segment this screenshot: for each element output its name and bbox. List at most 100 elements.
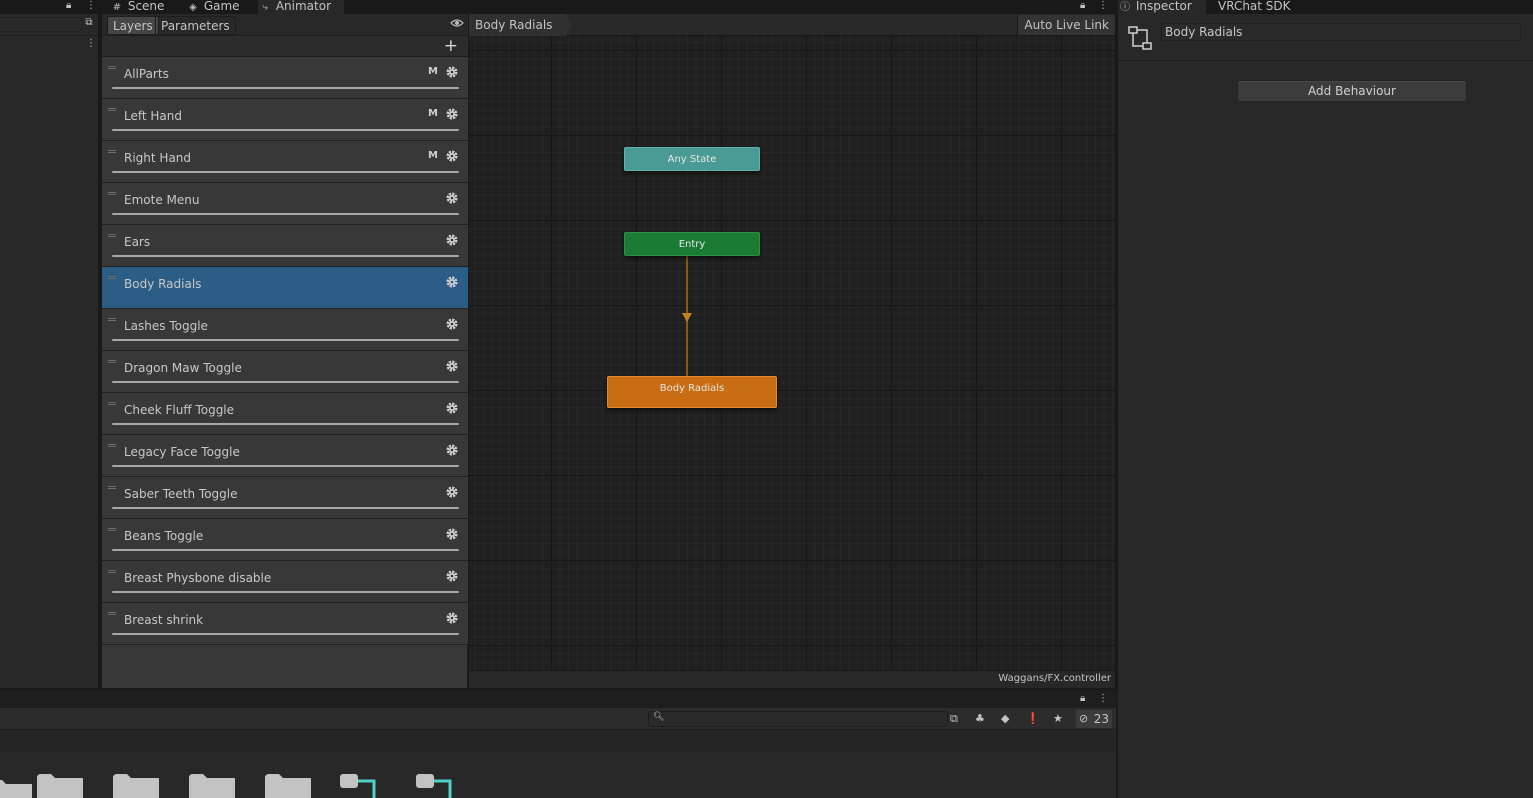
gear-icon[interactable] (445, 569, 459, 583)
layer-weight-bar (112, 339, 459, 341)
eye-slash-icon: ⊘ (1079, 712, 1089, 725)
layers-toolbar: + (102, 36, 468, 57)
lock-icon[interactable]: 🔒︎ (1080, 0, 1085, 12)
drag-handle-icon[interactable] (108, 360, 116, 363)
animator-graph: Body Radials Auto Live Link Any State En… (469, 14, 1115, 688)
gear-icon[interactable] (445, 317, 459, 331)
entry-node[interactable]: Entry (624, 232, 760, 256)
lock-icon[interactable]: 🔒︎ (66, 0, 71, 12)
layer-row[interactable]: Breast Physbone disable (102, 561, 468, 603)
gear-icon[interactable] (445, 191, 459, 205)
project-search-input[interactable]: 🔍︎ (648, 711, 948, 727)
hidden-count: 23 (1093, 712, 1109, 726)
layer-row[interactable]: Lashes Toggle (102, 309, 468, 351)
animator-controller-icon[interactable] (414, 774, 462, 798)
layer-row[interactable]: AllParts M (102, 57, 468, 99)
divider (0, 35, 98, 36)
tab-animator[interactable]: ⤷ Animator (258, 0, 344, 14)
kebab-menu-icon[interactable]: ⋮ (1098, 0, 1108, 12)
hidden-packages-toggle[interactable]: ⊘ 23 (1076, 710, 1112, 728)
tab-scene[interactable]: # Scene (110, 0, 180, 14)
gear-icon[interactable] (445, 149, 459, 163)
drag-handle-icon[interactable] (108, 486, 116, 489)
drag-handle-icon[interactable] (108, 150, 116, 153)
tab-inspector[interactable]: ⓘ Inspector (1118, 0, 1206, 14)
layer-row[interactable]: Right Hand M (102, 141, 468, 183)
drag-handle-icon[interactable] (108, 444, 116, 447)
object-name-field[interactable]: Body Radials (1161, 23, 1521, 41)
folder-icon[interactable] (111, 774, 159, 798)
controller-path-bar: Waggans/FX.controller (469, 670, 1115, 688)
gear-icon[interactable] (445, 611, 459, 625)
gear-icon[interactable] (445, 485, 459, 499)
favorite-star-icon[interactable]: ★ (1053, 711, 1063, 727)
layer-row[interactable]: Saber Teeth Toggle (102, 477, 468, 519)
layer-weight-bar (112, 549, 459, 551)
gear-icon[interactable] (445, 359, 459, 373)
tab-parameters[interactable]: Parameters (155, 16, 236, 35)
drag-handle-icon[interactable] (108, 192, 116, 195)
folder-icon[interactable] (187, 774, 235, 798)
gear-icon[interactable] (445, 275, 459, 289)
tab-animator-label: Animator (275, 0, 331, 13)
add-behaviour-button[interactable]: Add Behaviour (1237, 80, 1467, 102)
graph-canvas[interactable]: Any State Entry Body Radials (469, 36, 1115, 670)
drag-handle-icon[interactable] (108, 570, 116, 573)
kebab-menu-icon[interactable]: ⋮ (86, 38, 96, 49)
gear-icon[interactable] (445, 527, 459, 541)
layer-row[interactable]: Left Hand M (102, 99, 468, 141)
mask-indicator: M (428, 150, 438, 161)
drag-handle-icon[interactable] (108, 66, 116, 69)
layer-name: AllParts (124, 67, 169, 81)
gear-icon[interactable] (445, 233, 459, 247)
drag-handle-icon[interactable] (108, 402, 116, 405)
drag-handle-icon[interactable] (108, 528, 116, 531)
kebab-menu-icon[interactable]: ⋮ (1098, 693, 1108, 705)
layer-name: Ears (124, 235, 151, 249)
search-options-icon[interactable]: ⧉ (950, 711, 958, 727)
layer-row[interactable]: Emote Menu (102, 183, 468, 225)
layer-row[interactable]: Dragon Maw Toggle (102, 351, 468, 393)
hierarchy-search-input[interactable] (0, 17, 82, 32)
layer-name: Legacy Face Toggle (124, 445, 240, 459)
gear-icon[interactable] (445, 443, 459, 457)
filter-by-type-icon[interactable]: ♣ (975, 711, 985, 727)
layer-name: Dragon Maw Toggle (124, 361, 242, 375)
drag-handle-icon[interactable] (108, 276, 116, 279)
tab-game[interactable]: ◈ Game (186, 0, 256, 14)
folder-icon[interactable] (35, 774, 83, 798)
breadcrumb[interactable]: Body Radials (469, 14, 573, 36)
layer-row[interactable]: Legacy Face Toggle (102, 435, 468, 477)
layer-row[interactable]: Cheek Fluff Toggle (102, 393, 468, 435)
tab-layers[interactable]: Layers (107, 16, 159, 35)
folder-icon[interactable] (0, 774, 32, 798)
drag-handle-icon[interactable] (108, 234, 116, 237)
drag-handle-icon[interactable] (108, 612, 116, 615)
folder-icon[interactable] (263, 774, 311, 798)
eye-icon[interactable] (450, 18, 464, 28)
layer-list: AllParts M Left Hand M Right Hand M Emote Menu… (102, 57, 468, 645)
warning-icon[interactable]: ❗ (1026, 711, 1040, 727)
layer-name: Breast Physbone disable (124, 571, 272, 585)
any-state-node[interactable]: Any State (624, 147, 760, 171)
auto-live-link-toggle[interactable]: Auto Live Link (1017, 15, 1115, 35)
layer-row[interactable]: Breast shrink (102, 603, 468, 645)
search-options-icon[interactable]: ⧉ (82, 17, 96, 32)
add-layer-button[interactable]: + (444, 37, 458, 55)
animator-controller-icon[interactable] (338, 774, 386, 798)
default-state-node[interactable]: Body Radials (607, 376, 777, 408)
gear-icon[interactable] (445, 65, 459, 79)
kebab-menu-icon[interactable]: ⋮ (86, 0, 96, 12)
drag-handle-icon[interactable] (108, 108, 116, 111)
drag-handle-icon[interactable] (108, 318, 116, 321)
hash-icon: # (112, 2, 122, 13)
gear-icon[interactable] (445, 107, 459, 121)
layer-row[interactable]: Beans Toggle (102, 519, 468, 561)
lock-icon[interactable]: 🔒︎ (1080, 693, 1085, 705)
filter-by-label-icon[interactable]: ◆ (1001, 711, 1009, 727)
layer-row[interactable]: Body Radials (102, 267, 468, 309)
tab-vrchat-sdk[interactable]: VRChat SDK (1212, 0, 1302, 14)
layers-parameters-tabs: Layers Parameters (102, 14, 468, 36)
gear-icon[interactable] (445, 401, 459, 415)
layer-row[interactable]: Ears (102, 225, 468, 267)
